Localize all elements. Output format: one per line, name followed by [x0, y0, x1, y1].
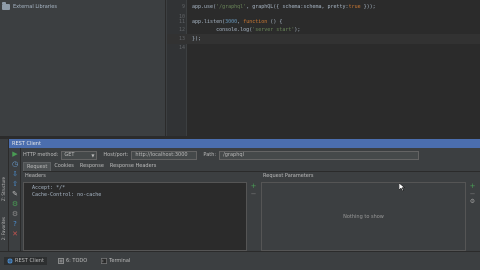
todo-tool-label: 6: TODO — [65, 258, 88, 264]
close-icon[interactable]: ✕ — [11, 230, 19, 238]
line-number: 9 — [181, 4, 185, 10]
terminal-tool-label: Terminal — [109, 258, 131, 264]
line-number: 14 — [178, 45, 185, 51]
settings-icon[interactable]: ⚙ — [11, 210, 19, 218]
code-editor[interactable]: 9 app.use('/graphql', graphQL({ schema:s… — [167, 0, 480, 136]
headers-buttons: + − — [249, 182, 258, 222]
rest-client-title-bar: REST Client — [9, 139, 480, 148]
tool-window-bar: REST Client 6: TODO Terminal — [0, 251, 480, 270]
tabs-divider — [23, 171, 480, 172]
ide-window: External Libraries 9 app.use('/graphql',… — [0, 0, 480, 270]
params-empty-text: Nothing to show — [343, 213, 384, 220]
tab-response[interactable]: Response — [77, 162, 107, 171]
request-line: HTTP method: GET ▼ Host/port: http://loc… — [23, 150, 425, 160]
request-tabs: Request Cookies Response Response Header… — [23, 162, 159, 171]
rest-client-tool-button[interactable]: REST Client — [4, 257, 47, 265]
generate-icon[interactable]: ⚙ — [11, 200, 19, 208]
remove-header-icon[interactable]: − — [249, 190, 258, 198]
run-icon[interactable]: ▶ — [11, 150, 19, 158]
todo-icon — [58, 258, 64, 264]
project-panel: External Libraries — [0, 0, 166, 136]
path-label: Path: — [203, 152, 217, 158]
tab-cookies[interactable]: Cookies — [51, 162, 77, 171]
header-line: Cache-Control: no-cache — [32, 192, 102, 198]
tab-response-headers[interactable]: Response Headers — [107, 162, 159, 171]
param-settings-icon[interactable]: ⚙ — [468, 198, 477, 206]
help-icon[interactable]: ? — [11, 220, 19, 228]
add-param-icon[interactable]: + — [468, 182, 477, 190]
rest-client-window: REST Client ▶ ◷ ⇩ ⇧ ✎ ⚙ ⚙ ? ✕ HTTP metho… — [9, 139, 480, 251]
header-line: Accept: */* — [32, 185, 66, 191]
code-line[interactable]: 14 — [167, 43, 480, 53]
line-number: 13 — [178, 36, 185, 42]
path-value: /graphql — [223, 152, 244, 158]
globe-icon — [7, 258, 13, 264]
rest-client-title: REST Client — [12, 140, 41, 147]
host-input[interactable]: http://localhost:3000 — [131, 150, 198, 160]
library-folder-icon — [2, 2, 10, 10]
favorites-stripe-button[interactable]: 2: Favorites — [1, 217, 6, 240]
line-number: 12 — [178, 27, 185, 33]
headers-panel: Headers Accept: */* Cache-Control: no-ca… — [23, 173, 258, 251]
project-tree-item[interactable]: External Libraries — [2, 2, 57, 12]
method-select[interactable]: GET ▼ — [61, 150, 98, 160]
remove-param-icon[interactable]: − — [468, 190, 477, 198]
params-buttons: + − ⚙ — [468, 182, 478, 222]
params-list[interactable]: Nothing to show — [261, 182, 466, 251]
host-label: Host/port: — [103, 152, 129, 158]
code-text: app.use('/graphql', graphQL({ schema:sch… — [192, 4, 376, 10]
add-header-icon[interactable]: + — [249, 182, 258, 190]
code-text: }); — [192, 36, 202, 42]
structure-stripe-button[interactable]: Z: Structure — [1, 177, 6, 201]
history-icon[interactable]: ◷ — [11, 160, 19, 168]
request-parameters-panel: Request Parameters Nothing to show + − ⚙ — [261, 173, 480, 251]
mouse-cursor-icon — [399, 183, 405, 192]
path-input[interactable]: /graphql — [219, 150, 420, 160]
project-tree-label: External Libraries — [13, 4, 57, 10]
rest-actions-toolbar: ▶ ◷ ⇩ ⇧ ✎ ⚙ ⚙ ? ✕ — [9, 148, 21, 251]
method-value: GET — [64, 152, 75, 158]
headers-editor[interactable]: Accept: */* Cache-Control: no-cache — [23, 182, 247, 251]
tab-request[interactable]: Request — [23, 162, 52, 171]
edit-icon[interactable]: ✎ — [11, 190, 19, 198]
headers-title: Headers — [25, 173, 46, 179]
left-tool-stripe: Z: Structure 2: Favorites — [0, 139, 9, 251]
rest-client-tool-label: REST Client — [15, 258, 44, 264]
import-icon[interactable]: ⇩ — [11, 170, 19, 178]
terminal-icon — [101, 258, 108, 264]
params-title: Request Parameters — [263, 173, 314, 179]
export-icon[interactable]: ⇧ — [11, 180, 19, 188]
code-text: console.log('server start'); — [192, 27, 301, 33]
host-value: http://localhost:3000 — [135, 152, 188, 158]
todo-tool-button[interactable]: 6: TODO — [55, 257, 90, 265]
terminal-tool-button[interactable]: Terminal — [98, 257, 133, 265]
method-label: HTTP method: — [23, 152, 59, 158]
code-line[interactable]: 9 app.use('/graphql', graphQL({ schema:s… — [167, 2, 480, 12]
chevron-down-icon: ▼ — [91, 152, 95, 158]
